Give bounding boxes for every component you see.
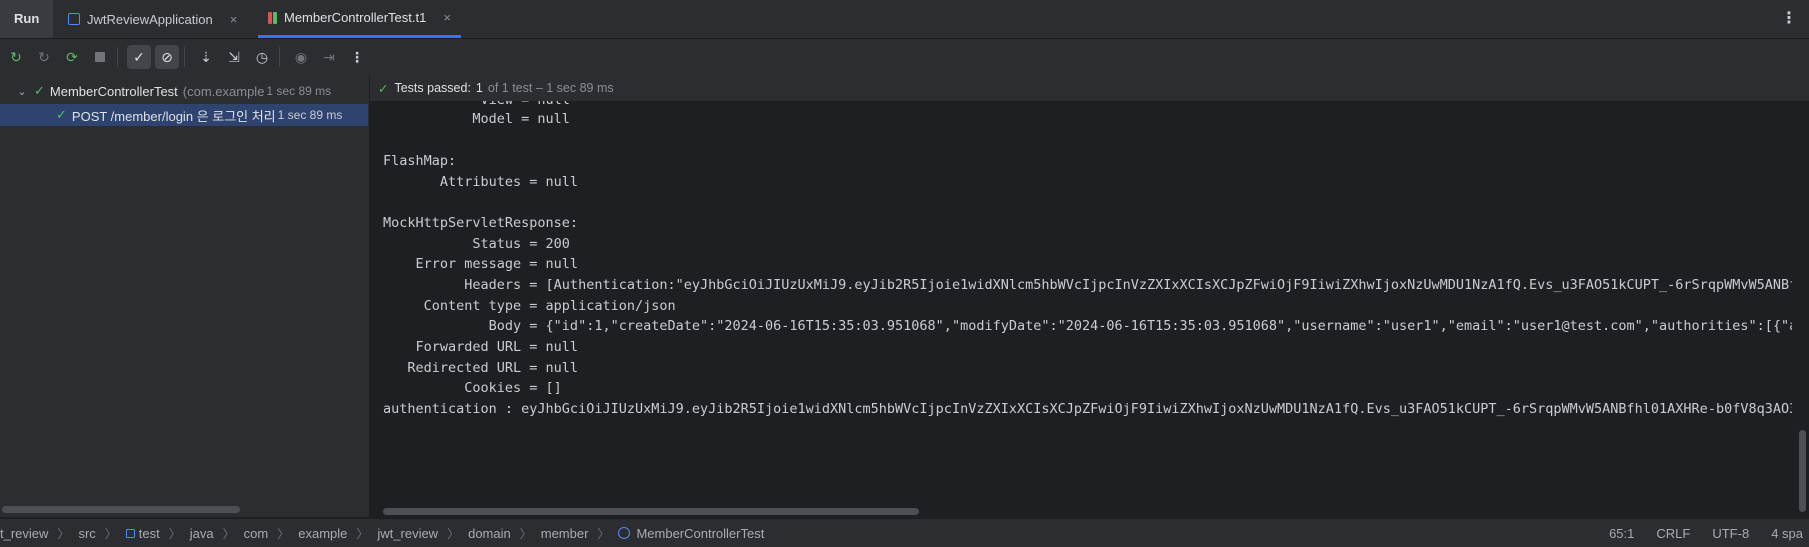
tab-jwt-review-application[interactable]: JwtReviewApplication × bbox=[58, 0, 247, 38]
tool-window-tab-bar: Run JwtReviewApplication × MemberControl… bbox=[0, 0, 1809, 39]
toolbar-separator bbox=[117, 47, 118, 67]
class-icon bbox=[618, 527, 631, 539]
breadcrumb-item[interactable]: java bbox=[190, 526, 214, 541]
console-line: Content type = application/json bbox=[383, 298, 676, 314]
console-line: Error message = null bbox=[383, 256, 579, 272]
console-line: Forwarded URL = null bbox=[383, 339, 579, 355]
breadcrumb-item[interactable]: example bbox=[298, 526, 347, 541]
test-method-duration: 1 sec 89 ms bbox=[277, 108, 343, 122]
rerun-failed-icon[interactable]: ↻ bbox=[32, 45, 56, 69]
test-config-icon bbox=[268, 11, 277, 24]
caret-position[interactable]: 65:1 bbox=[1609, 526, 1634, 541]
chevron-right-icon: 〉 bbox=[57, 526, 70, 541]
import-tests-icon[interactable]: ⇥ bbox=[317, 45, 341, 69]
horizontal-scrollbar[interactable] bbox=[383, 508, 919, 515]
close-icon[interactable]: × bbox=[443, 10, 451, 25]
breadcrumb-item[interactable]: domain bbox=[468, 526, 511, 541]
more-icon[interactable]: ⋮ bbox=[345, 45, 369, 69]
breadcrumb-item[interactable]: com bbox=[244, 526, 269, 541]
status-bar-widgets: 65:1 CRLF UTF-8 4 spa bbox=[1609, 519, 1809, 547]
chevron-right-icon: 〉 bbox=[519, 526, 532, 541]
console-line: Cookies = [] bbox=[383, 380, 562, 396]
show-passed-icon[interactable]: ✓ bbox=[127, 45, 151, 69]
sort-alphabetically-icon[interactable]: ⇣ bbox=[194, 45, 218, 69]
tests-passed-label: Tests passed: bbox=[394, 81, 471, 95]
more-options-icon[interactable]: ⋮ bbox=[1781, 0, 1797, 38]
run-tool-window-title[interactable]: Run bbox=[0, 0, 54, 38]
breadcrumb: t_review 〉 src 〉 test 〉 java 〉 com 〉 exa… bbox=[0, 525, 764, 542]
test-method-name: POST /member/login 은 로그인 처리 bbox=[71, 108, 276, 124]
test-folder-icon bbox=[125, 528, 135, 538]
stop-icon[interactable] bbox=[88, 45, 112, 69]
chevron-right-icon: 〉 bbox=[104, 526, 117, 541]
test-class-package: (com.example bbox=[182, 83, 265, 99]
ide-status-bar: t_review 〉 src 〉 test 〉 java 〉 com 〉 exa… bbox=[0, 518, 1809, 547]
test-class-name: MemberControllerTest bbox=[49, 83, 178, 99]
tree-node-test-class[interactable]: ⌄ ✓ MemberControllerTest (com.example 1 … bbox=[0, 80, 369, 102]
test-status-bar: ✓ Tests passed: 1 of 1 test – 1 sec 89 m… bbox=[370, 75, 1809, 101]
console-panel: ✓ Tests passed: 1 of 1 test – 1 sec 89 m… bbox=[370, 75, 1809, 517]
console-line: Headers = [Authentication:"eyJhbGciOiJIU… bbox=[464, 277, 1792, 293]
close-icon[interactable]: × bbox=[230, 12, 238, 27]
chevron-right-icon: 〉 bbox=[356, 526, 369, 541]
horizontal-scrollbar[interactable] bbox=[2, 506, 240, 513]
test-class-duration: 1 sec 89 ms bbox=[266, 84, 332, 98]
console-line: MockHttpServletResponse: bbox=[383, 215, 579, 231]
tab-member-controller-test[interactable]: MemberControllerTest.t1 × bbox=[258, 0, 461, 38]
breadcrumb-item[interactable]: test bbox=[139, 526, 160, 541]
sort-by-duration-icon[interactable]: ⇲ bbox=[222, 45, 246, 69]
chevron-down-icon[interactable]: ⌄ bbox=[14, 85, 30, 98]
chevron-right-icon: 〉 bbox=[168, 526, 181, 541]
test-history-icon[interactable]: ◷ bbox=[250, 45, 274, 69]
breadcrumb-item[interactable]: t_review bbox=[0, 526, 48, 541]
toolbar-separator bbox=[279, 47, 280, 67]
chevron-right-icon: 〉 bbox=[222, 526, 235, 541]
file-encoding[interactable]: UTF-8 bbox=[1712, 526, 1749, 541]
console-line: Attributes = null bbox=[383, 174, 579, 190]
run-toolbar: ↻ ↻ ⟳ ✓ ⊘ ⇣ ⇲ ◷ ◉ ⇥ ⋮ bbox=[0, 39, 1809, 75]
toolbar-separator bbox=[184, 47, 185, 67]
tab-label: JwtReviewApplication bbox=[87, 11, 213, 27]
chevron-right-icon: 〉 bbox=[277, 526, 290, 541]
breadcrumb-item[interactable]: jwt_review bbox=[377, 526, 438, 541]
line-separator[interactable]: CRLF bbox=[1656, 526, 1690, 541]
camera-icon[interactable]: ◉ bbox=[289, 45, 313, 69]
chevron-right-icon: 〉 bbox=[597, 526, 610, 541]
breadcrumb-item[interactable]: member bbox=[541, 526, 589, 541]
breadcrumb-item[interactable]: src bbox=[78, 526, 95, 541]
vertical-scrollbar[interactable] bbox=[1799, 430, 1806, 512]
show-ignored-icon[interactable]: ⊘ bbox=[155, 45, 179, 69]
test-passed-icon: ✓ bbox=[56, 107, 67, 122]
tab-label: MemberControllerTest.t1 bbox=[284, 10, 427, 25]
test-passed-icon: ✓ bbox=[378, 81, 389, 96]
console-line: Body = {"id":1,"createDate":"2024-06-16T… bbox=[488, 318, 1792, 334]
toggle-auto-test-icon[interactable]: ⟳ bbox=[60, 45, 84, 69]
tree-node-test-method[interactable]: ✓ POST /member/login 은 로그인 처리 1 sec 89 m… bbox=[0, 104, 368, 126]
console-line: FlashMap: bbox=[383, 153, 457, 169]
console-output[interactable]: View = null Model = null FlashMap: Attri… bbox=[370, 101, 1792, 501]
tests-passed-count: 1 bbox=[475, 81, 483, 95]
console-line: Redirected URL = null bbox=[383, 360, 579, 376]
test-passed-icon: ✓ bbox=[34, 83, 45, 98]
rerun-icon[interactable]: ↻ bbox=[4, 45, 28, 69]
chevron-right-icon: 〉 bbox=[447, 526, 460, 541]
console-line: Status = 200 bbox=[383, 236, 570, 252]
indent-setting[interactable]: 4 spa bbox=[1771, 526, 1803, 541]
test-tree-panel: ⌄ ✓ MemberControllerTest (com.example 1 … bbox=[0, 75, 370, 517]
console-line: Model = null bbox=[383, 111, 570, 127]
tests-passed-detail: of 1 test – 1 sec 89 ms bbox=[487, 81, 614, 95]
app-config-icon bbox=[68, 13, 80, 25]
breadcrumb-item[interactable]: MemberControllerTest bbox=[636, 526, 764, 541]
console-line: authentication : eyJhbGciOiJIUzUxMiJ9.ey… bbox=[383, 401, 1792, 417]
